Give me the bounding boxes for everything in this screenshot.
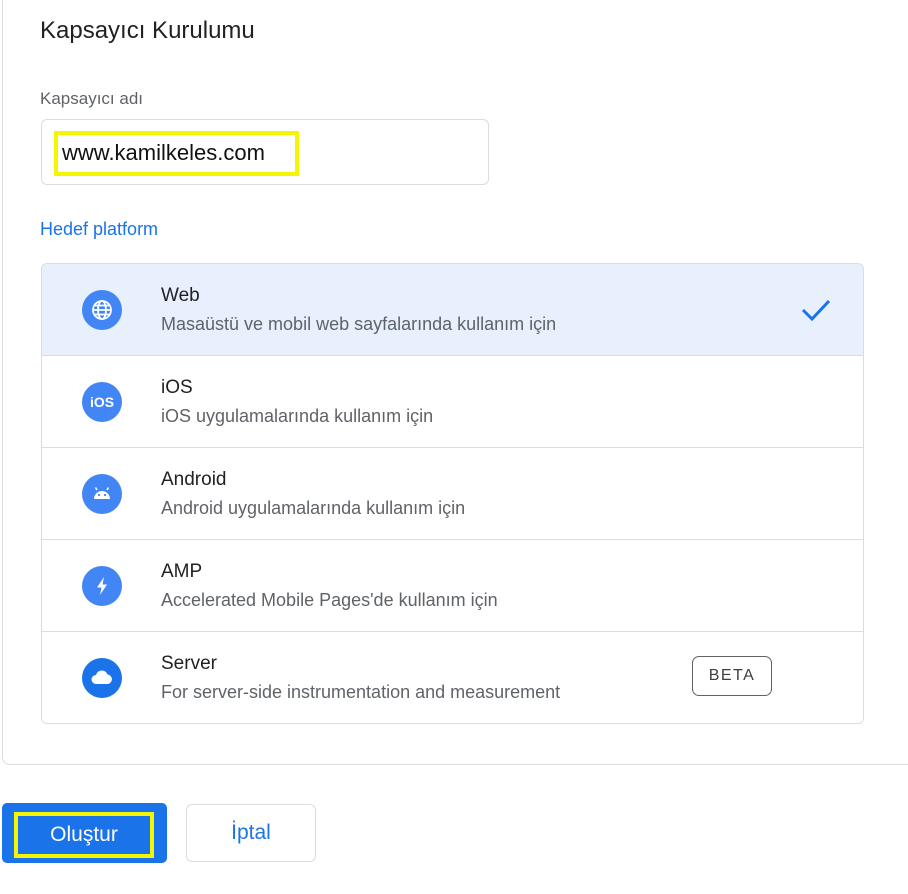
platform-option-server[interactable]: Server For server-side instrumentation a… xyxy=(42,632,863,723)
container-name-label: Kapsayıcı adı xyxy=(40,89,144,108)
check-icon xyxy=(801,299,831,322)
platform-description: For server-side instrumentation and meas… xyxy=(161,682,561,702)
platform-name: Web xyxy=(161,285,200,306)
platform-option-web[interactable]: Web Masaüstü ve mobil web sayfalarında k… xyxy=(42,264,863,356)
platform-description: iOS uygulamalarında kullanım için xyxy=(161,406,434,426)
platform-list: Web Masaüstü ve mobil web sayfalarında k… xyxy=(41,263,864,724)
page-title: Kapsayıcı Kurulumu xyxy=(40,17,255,44)
platform-description: Android uygulamalarında kullanım için xyxy=(161,498,466,518)
platform-description: Accelerated Mobile Pages'de kullanım içi… xyxy=(161,590,498,610)
container-name-value: www.kamilkeles.com xyxy=(62,140,265,165)
lightning-icon xyxy=(82,566,122,606)
platform-description: Masaüstü ve mobil web sayfalarında kulla… xyxy=(161,314,557,334)
platform-name: AMP xyxy=(161,561,203,582)
ios-icon: iOS xyxy=(82,382,122,422)
beta-badge: BETA xyxy=(692,656,772,696)
platform-option-ios[interactable]: iOS iOS iOS uygulamalarında kullanım içi… xyxy=(42,356,863,448)
platform-option-amp[interactable]: AMP Accelerated Mobile Pages'de kullanım… xyxy=(42,540,863,632)
android-icon xyxy=(82,474,122,514)
cancel-button[interactable]: İptal xyxy=(186,804,316,862)
platform-name: Server xyxy=(161,653,217,674)
cloud-icon xyxy=(82,658,122,698)
svg-text:iOS: iOS xyxy=(90,394,114,410)
platform-option-android[interactable]: Android Android uygulamalarında kullanım… xyxy=(42,448,863,540)
globe-icon xyxy=(82,290,122,330)
platform-name: Android xyxy=(161,469,227,490)
platform-name: iOS xyxy=(161,377,193,398)
target-platform-label: Hedef platform xyxy=(40,219,159,239)
create-button-label[interactable]: Oluştur xyxy=(14,812,154,858)
